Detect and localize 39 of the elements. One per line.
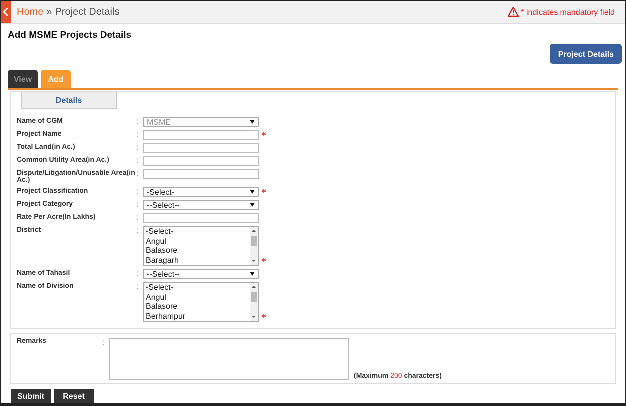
- details-tab[interactable]: Details: [21, 92, 117, 109]
- colon: :: [137, 130, 140, 140]
- project-details-button[interactable]: Project Details: [550, 44, 622, 64]
- text-field[interactable]: [143, 156, 259, 166]
- colon: :: [137, 156, 140, 166]
- page-title: Add MSME Projects Details: [7, 29, 133, 42]
- colon: :: [137, 226, 140, 236]
- colon: :: [137, 282, 140, 292]
- colon: :: [137, 200, 140, 210]
- text-field[interactable]: [143, 143, 259, 153]
- mandatory-note: * indicates mandatory field: [521, 8, 615, 16]
- caret-icon: [250, 203, 255, 207]
- scrollbar-drawing: [250, 227, 258, 265]
- breadcrumb-separator: »: [46, 6, 52, 18]
- form-button[interactable]: Submit: [11, 389, 51, 403]
- breadcrumb-current: Project Details: [55, 6, 120, 18]
- text-field[interactable]: [143, 169, 259, 179]
- warning-icon: [508, 7, 520, 17]
- list-box[interactable]: -Select- Angul Balasore Baragarh: [143, 226, 259, 266]
- dropdown[interactable]: --Select--: [143, 200, 259, 210]
- remarks-field[interactable]: [109, 338, 349, 380]
- text-field[interactable]: [143, 130, 259, 140]
- form-button[interactable]: Reset: [54, 389, 94, 403]
- caret-icon: [250, 272, 255, 276]
- caret-icon: [250, 120, 255, 124]
- list-box[interactable]: -Select- Angul Balasore Berhampur: [143, 282, 259, 322]
- caret-icon: [250, 190, 255, 194]
- scrollbar-drawing: [250, 283, 258, 321]
- colon: :: [137, 143, 140, 153]
- colon: :: [137, 117, 140, 127]
- colon: :: [137, 213, 140, 223]
- colon: :: [137, 187, 140, 197]
- tab[interactable]: View: [8, 70, 38, 88]
- dropdown[interactable]: -Select-: [143, 187, 259, 197]
- colon: :: [137, 269, 140, 279]
- colon: :: [137, 169, 140, 179]
- text-field[interactable]: [143, 213, 259, 223]
- dropdown[interactable]: --Select--: [143, 269, 259, 279]
- colon: :: [103, 338, 106, 348]
